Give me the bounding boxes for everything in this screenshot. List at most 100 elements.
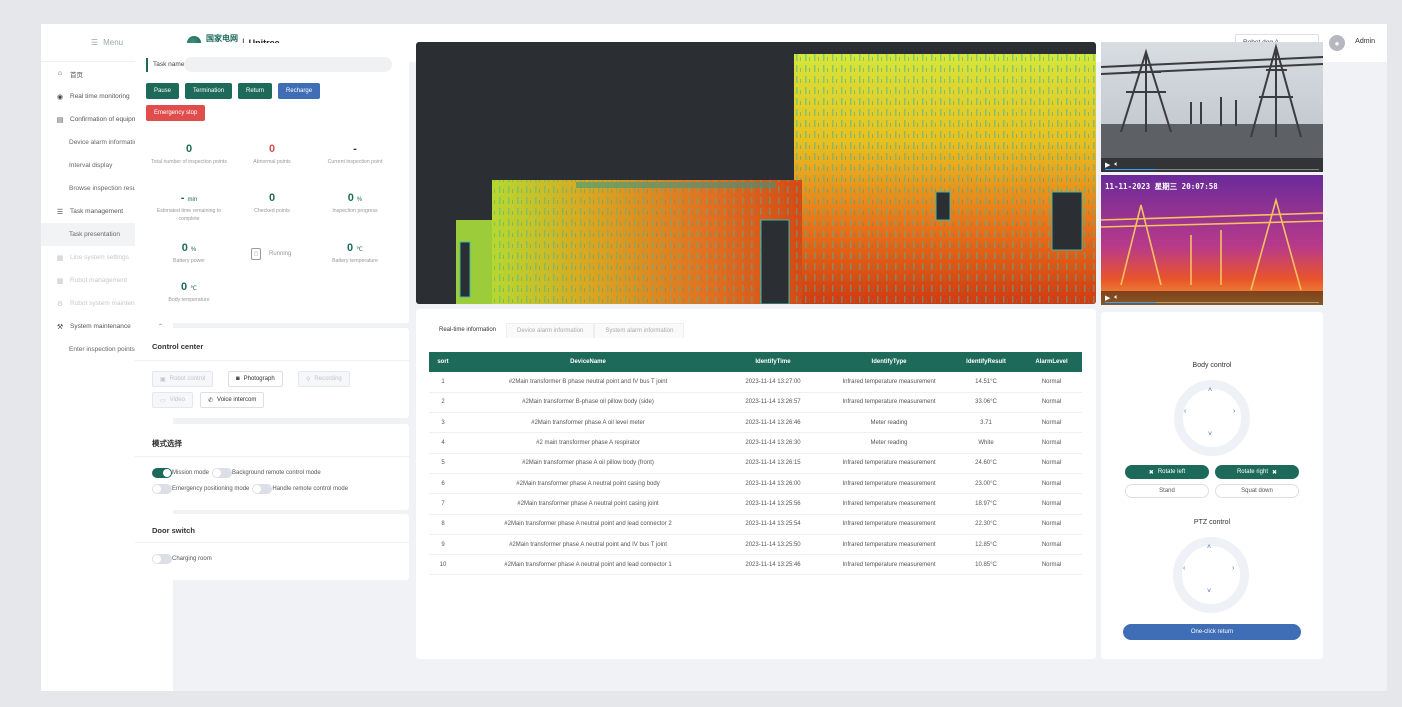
table-row[interactable]: 10 #2Main transformer phase A neutral poi… — [429, 554, 1082, 576]
table-row[interactable]: 1 #2Main transformer B phase neutral poin… — [429, 372, 1082, 393]
termination-button[interactable]: Termination — [185, 83, 233, 99]
robot-control-button[interactable]: ▣ Robot control — [152, 371, 214, 387]
ptz-dpad[interactable]: ˄ ˅ ‹ › — [1173, 537, 1249, 613]
column-header[interactable]: IdentifyTime — [719, 352, 827, 372]
recharge-button[interactable]: Recharge — [278, 83, 321, 99]
control-center-title: Control center — [152, 342, 204, 351]
video-progress-bar[interactable] — [1105, 168, 1319, 170]
stat-battery-temp: 0 ℃ Battery temperature — [314, 242, 396, 265]
table-cell: Normal — [1021, 432, 1082, 454]
stand-button[interactable]: Stand — [1125, 484, 1209, 498]
squat-down-button[interactable]: Squat down — [1215, 484, 1299, 498]
tab-0[interactable]: Real-time information — [429, 323, 507, 338]
stat-battery-temp-value: 0 — [347, 242, 354, 254]
handle-mode-switch[interactable] — [252, 484, 273, 494]
sidebar-item-label: Line system settings — [70, 254, 129, 261]
video-button[interactable]: ▭ Video — [152, 392, 193, 408]
video-progress-bar[interactable] — [1105, 301, 1319, 303]
arrow-left-icon[interactable]: ‹ — [1184, 408, 1186, 415]
arrow-down-icon[interactable]: ˅ — [1207, 588, 1211, 595]
sidebar-item-label: System maintenance — [70, 323, 131, 330]
photograph-button[interactable]: ◙ Photograph — [228, 371, 283, 387]
table-cell: 2023-11-14 13:27:00 — [719, 372, 827, 393]
rotate-right-button[interactable]: Rotate right ✖ — [1215, 465, 1299, 479]
emergency-mode-switch[interactable] — [152, 484, 172, 494]
table-cell: Infrared temperature measurement — [827, 534, 951, 556]
body-dpad[interactable]: ˄ ˅ ‹ › — [1174, 380, 1250, 456]
table-row[interactable]: 9 #2Main transformer phase A neutral poin… — [429, 534, 1082, 556]
table-cell: 7 — [429, 493, 457, 515]
mission-mode-switch[interactable] — [152, 468, 172, 478]
rotate-right-icon: ✖ — [1272, 469, 1278, 476]
table-row[interactable]: 3 #2Main transformer phase A oil level me… — [429, 412, 1082, 434]
stat-total-label: Total number of inspection points — [151, 159, 227, 165]
stat-remaining-label: Estimated time remaining to complete — [156, 208, 222, 222]
table-cell: White — [951, 432, 1021, 454]
recording-button[interactable]: ⚲ Recording — [298, 371, 350, 387]
table-row[interactable]: 8 #2Main transformer phase A neutral poin… — [429, 514, 1082, 535]
arrow-left-icon[interactable]: ‹ — [1183, 565, 1185, 572]
table-cell: 5 — [429, 453, 457, 474]
control-center-panel: Control center ▣ Robot control ◙ Photograp… — [135, 328, 409, 418]
table-header: sort DeviceName IdentifyTime IdentifyType Id… — [429, 352, 1082, 372]
column-header[interactable]: AlarmLevel — [1021, 352, 1082, 372]
door-switch-panel: Door switch Charging room — [135, 514, 409, 580]
table-row[interactable]: 2 #2Main transformer B-phase oil pillow b… — [429, 392, 1082, 414]
column-header[interactable]: IdentifyResult — [951, 352, 1021, 372]
visible-camera-feed[interactable]: ▶ 🔈︎ — [1101, 42, 1323, 172]
emergency-stop-button[interactable]: Emergency stop — [146, 105, 206, 121]
stat-progress-label: Inspection progress — [332, 208, 378, 214]
thermal-camera-feed[interactable]: 11-11-2023 星期三 20:07:58 ▶ 🔈︎ — [1101, 175, 1323, 305]
info-panel: Real-time information Device alarm inform… — [416, 309, 1096, 659]
table-row[interactable]: 4 #2 main transformer phase A respirator 2… — [429, 432, 1082, 454]
robot-icon: ▣ — [160, 376, 166, 383]
table-row[interactable]: 6 #2Main transformer phase A neutral poin… — [429, 473, 1082, 495]
table-cell: 2023-11-14 13:25:46 — [719, 554, 827, 576]
pause-button[interactable]: Pause — [146, 83, 180, 99]
table-cell: Infrared temperature measurement — [827, 473, 951, 495]
doc-icon: ▤ — [56, 116, 64, 124]
task-panel: Task name Pause Termination Return Recha… — [135, 43, 409, 323]
table-row[interactable]: 5 #2Main transformer phase A oil pillow b… — [429, 453, 1082, 474]
divider — [135, 542, 409, 543]
background-mode-switch[interactable] — [212, 468, 233, 478]
rotate-left-button[interactable]: ✖ Rotate left — [1125, 465, 1209, 479]
column-header[interactable]: sort — [429, 352, 457, 372]
stat-progress-unit: % — [356, 197, 363, 203]
stat-checked-label: Checked points — [254, 208, 290, 214]
sidebar-item-label: Interval display — [69, 162, 113, 169]
table-cell: Normal — [1021, 412, 1082, 434]
mode-select-title: 模式选择 — [152, 439, 182, 448]
table-cell: Normal — [1021, 453, 1082, 474]
table-cell: #2 main transformer phase A respirator — [457, 432, 719, 454]
background-mode-label: Background remote control mode — [232, 470, 321, 476]
arrow-down-icon[interactable]: ˅ — [1208, 431, 1212, 438]
voice-intercom-button[interactable]: ✆ Voice intercom — [200, 392, 265, 408]
table-cell: 3 — [429, 412, 457, 434]
photograph-label: Photograph — [243, 376, 275, 382]
table-cell: 1 — [429, 372, 457, 393]
tab-1[interactable]: Device alarm information — [506, 323, 595, 338]
stat-body-temp-unit: ℃ — [190, 286, 197, 292]
return-button[interactable]: Return — [238, 83, 273, 99]
one-click-return-button[interactable]: One-click return — [1123, 624, 1301, 640]
arrow-right-icon[interactable]: › — [1232, 565, 1234, 572]
avatar[interactable]: ● — [1329, 35, 1345, 51]
column-header[interactable]: DeviceName — [457, 352, 719, 372]
phone-icon: ✆ — [208, 397, 214, 404]
table-row[interactable]: 7 #2Main transformer phase A neutral poin… — [429, 493, 1082, 515]
arrow-up-icon[interactable]: ˄ — [1208, 387, 1212, 394]
arrow-right-icon[interactable]: › — [1233, 408, 1235, 415]
body-control-title: Body control — [1192, 362, 1232, 369]
tab-2[interactable]: System alarm information — [594, 323, 685, 338]
voice-intercom-label: Voice intercom — [217, 397, 257, 403]
table-cell: 2023-11-14 13:26:57 — [719, 392, 827, 414]
charging-room-switch[interactable] — [152, 554, 172, 564]
stat-current-value: - — [353, 143, 357, 155]
user-name[interactable]: Admin — [1355, 38, 1375, 45]
arrow-up-icon[interactable]: ˄ — [1207, 544, 1211, 551]
point-cloud-view[interactable] — [416, 42, 1096, 304]
column-header[interactable]: IdentifyType — [827, 352, 951, 372]
task-name-input[interactable] — [184, 57, 393, 72]
table-cell: 2023-11-14 13:25:56 — [719, 493, 827, 515]
